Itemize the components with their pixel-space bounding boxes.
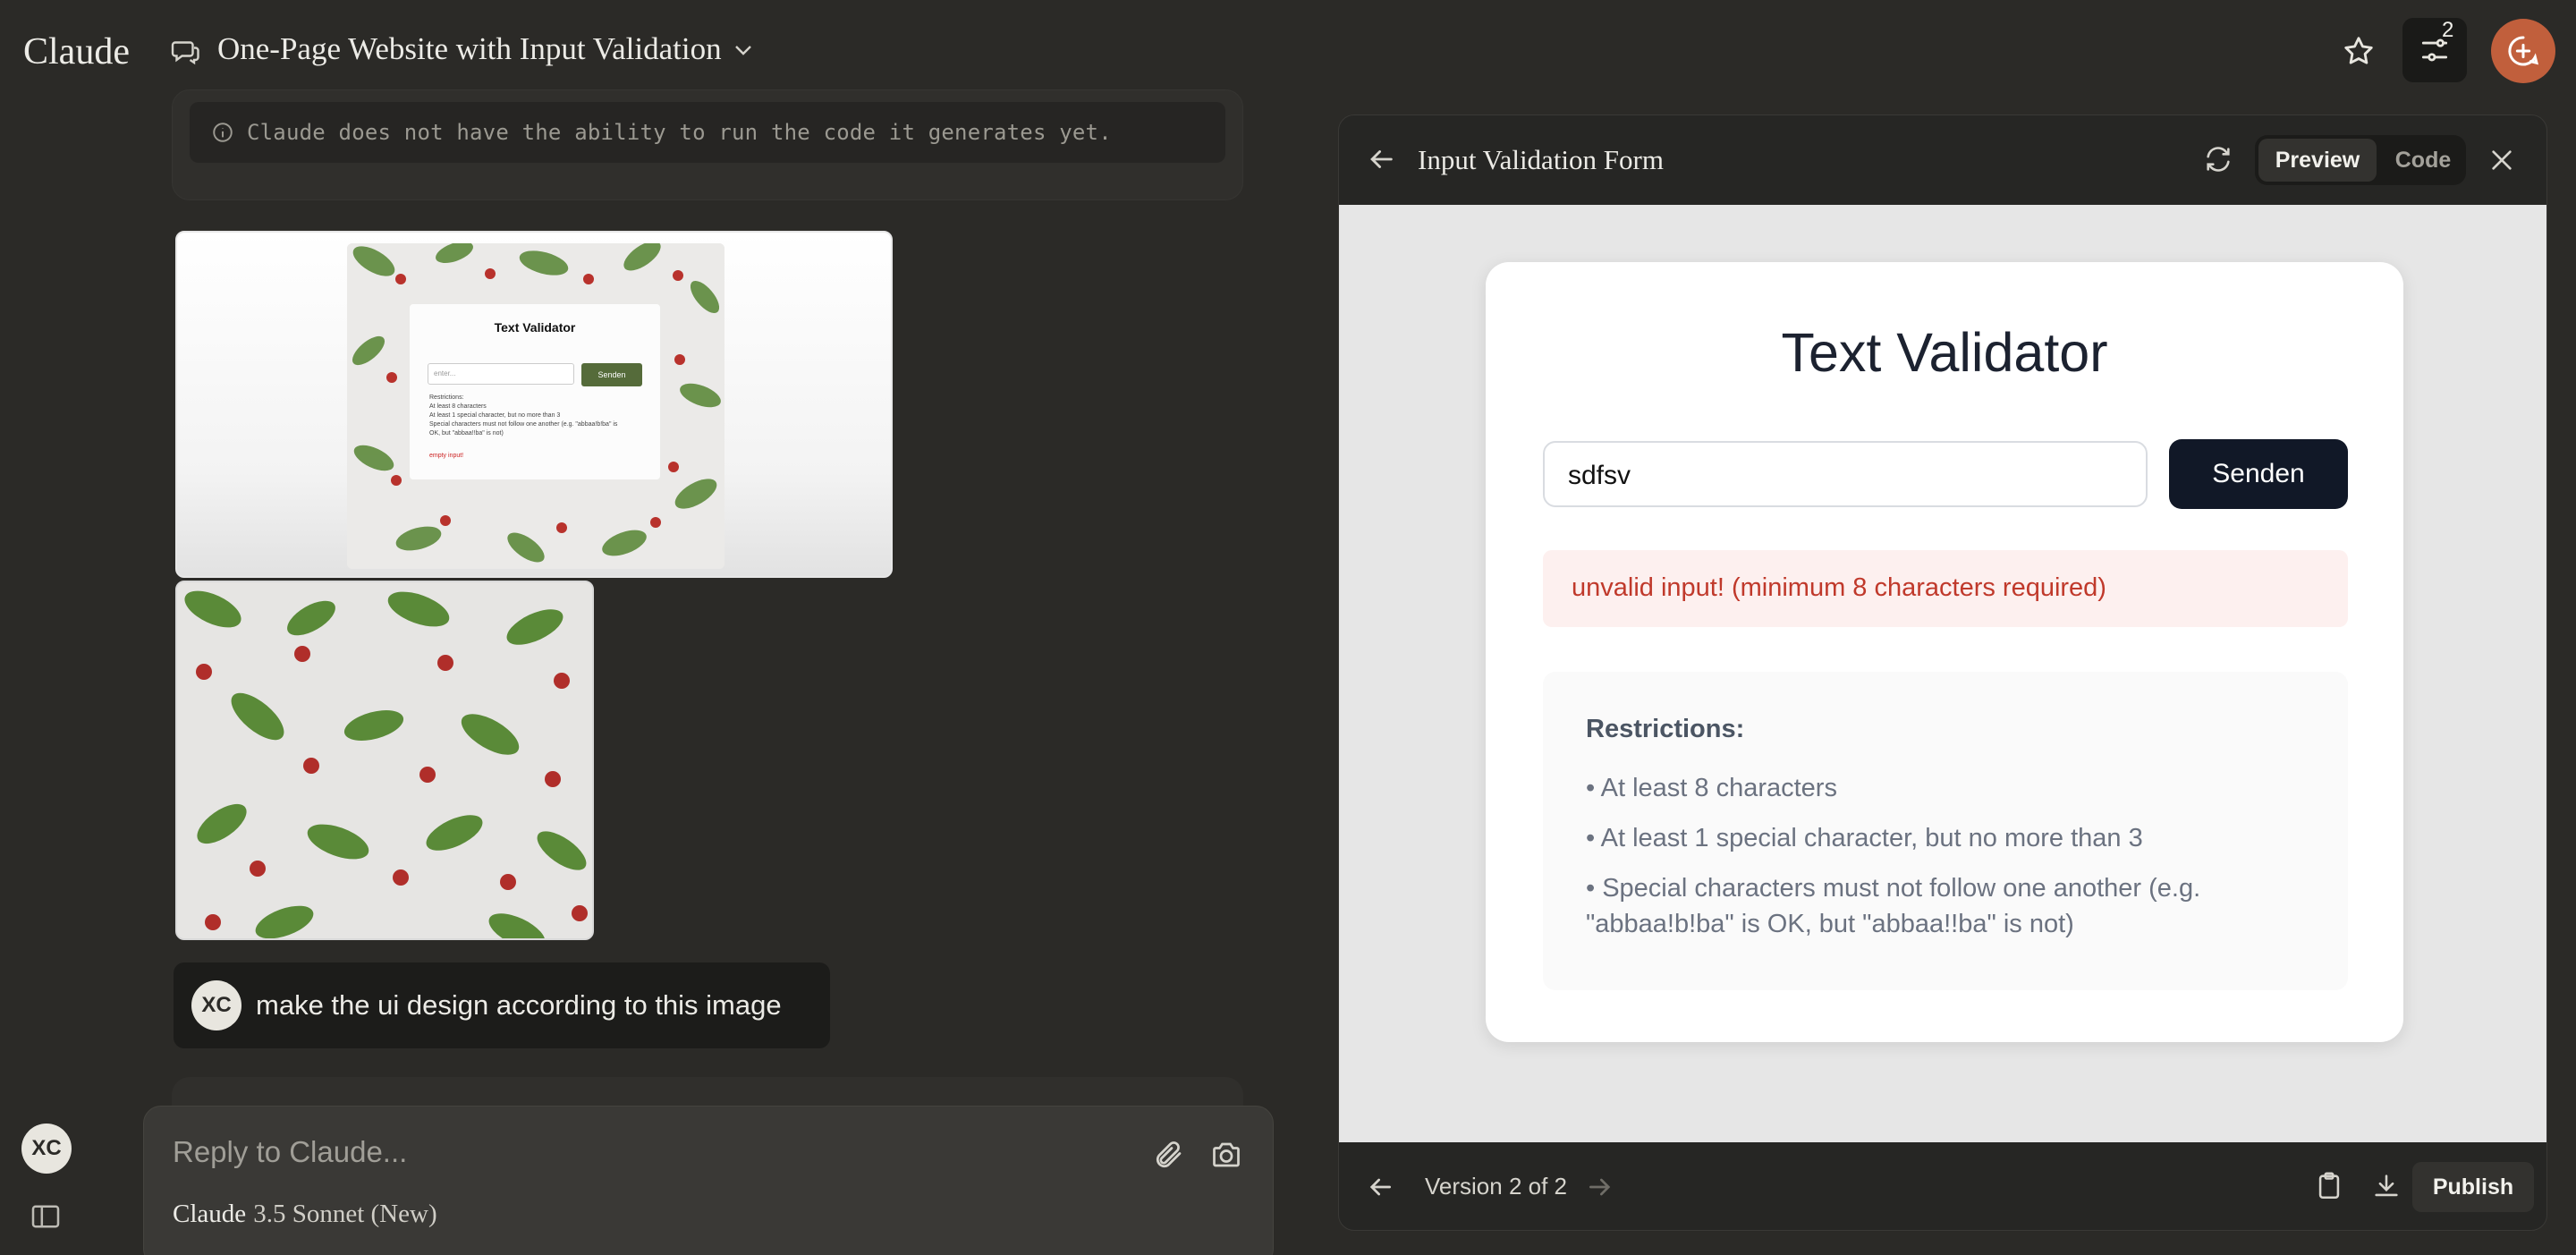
restriction-item: • Special characters must not follow one… [1586,874,2201,938]
mini-send-button: Senden [581,363,642,386]
camera-icon[interactable] [1210,1139,1242,1171]
chevron-down-icon[interactable] [733,43,753,57]
previous-version-icon[interactable] [1366,1173,1394,1201]
mini-restriction-item: OK, but "abbaa!!ba" is not) [429,430,504,437]
user-message-text: make the ui design according to this ima… [256,989,782,1021]
mini-error: empty input! [429,453,464,459]
attachment-screenshot[interactable]: Text Validator enter... Senden Restricti… [175,231,893,578]
send-button[interactable]: Senden [2169,439,2348,509]
model-brand: Claude [173,1200,247,1228]
code-run-notice: Claude does not have the ability to run … [190,102,1225,163]
sidebar-toggle-icon[interactable] [30,1204,61,1229]
next-version-icon[interactable] [1586,1173,1614,1201]
artifact-panel: Input Validation Form Preview Code Text … [1338,114,2547,1231]
mini-input: enter... [428,363,574,385]
artifact-preview: Text Validator sdfsv Senden unvalid inpu… [1339,205,2546,1142]
error-message: unvalid input! (minimum 8 characters req… [1572,573,2106,602]
user-message: XC make the ui design according to this … [174,962,830,1048]
restriction-item: • At least 1 special character, but no m… [1586,824,2143,852]
download-icon[interactable] [2371,1171,2402,1201]
top-bar: Claude One-Page Website with Input Valid… [0,0,2576,104]
mini-restriction-item: Special characters must not follow one a… [429,421,618,428]
close-icon[interactable] [2487,146,2516,174]
reply-composer[interactable]: Reply to Claude... Claude 3.5 Sonnet (Ne… [143,1106,1274,1255]
model-selector[interactable]: Claude 3.5 Sonnet (New) [173,1200,437,1229]
mini-restrictions: Restrictions: At least 8 characters At l… [429,394,617,438]
version-label: Version 2 of 2 [1425,1173,1567,1200]
star-icon [2344,37,2373,64]
artifact-header: Input Validation Form Preview Code [1339,115,2546,205]
new-chat-button[interactable] [2491,19,2555,83]
mini-restriction-item: At least 8 characters [429,403,487,410]
chat-bubbles-icon [171,41,199,65]
attachment-radish-photo[interactable] [175,581,594,940]
restriction-item: • At least 8 characters [1586,774,1837,802]
view-toggle: Preview Code [2255,135,2466,185]
mini-restrictions-heading: Restrictions: [429,394,464,401]
conversation-title[interactable]: One-Page Website with Input Validation [217,31,722,67]
validator-title: Text Validator [1781,322,2108,383]
mini-validator-card: Text Validator enter... Senden Restricti… [410,304,660,479]
tab-preview[interactable]: Preview [2258,139,2377,182]
radish-background-image: Text Validator enter... Senden Restricti… [347,243,724,569]
clipboard-icon[interactable] [2314,1171,2344,1201]
publish-button[interactable]: Publish [2412,1162,2534,1212]
account-avatar[interactable]: XC [21,1124,72,1174]
artifacts-count-badge: 2 [2442,18,2454,42]
notice-text: Claude does not have the ability to run … [247,120,1112,145]
error-message-box: unvalid input! (minimum 8 characters req… [1543,550,2348,627]
artifacts-settings-button[interactable] [2402,18,2467,82]
validator-card: Text Validator sdfsv Senden unvalid inpu… [1486,262,2403,1042]
model-name: 3.5 Sonnet (New) [253,1200,437,1228]
user-avatar: XC [191,980,242,1030]
paperclip-icon[interactable] [1153,1139,1185,1171]
radish-photo [177,582,592,938]
arrow-left-icon[interactable] [1366,144,1396,174]
reply-input[interactable]: Reply to Claude... [173,1135,407,1169]
artifact-footer: Version 2 of 2 Publish [1339,1142,2546,1230]
mini-title: Text Validator [494,320,576,335]
tab-code[interactable]: Code [2384,139,2462,182]
restrictions-heading: Restrictions: [1586,715,1745,743]
refresh-icon[interactable] [2203,144,2233,174]
favorite-button[interactable] [2336,29,2381,73]
restrictions-box: Restrictions: • At least 8 characters • … [1543,672,2348,990]
text-input[interactable]: sdfsv [1543,441,2148,507]
mini-restriction-item: At least 1 special character, but no mor… [429,412,561,419]
artifact-title: Input Validation Form [1418,144,1664,175]
info-icon [213,123,233,142]
claude-logo[interactable]: Claude [23,30,130,73]
chat-plus-icon [2508,36,2539,66]
